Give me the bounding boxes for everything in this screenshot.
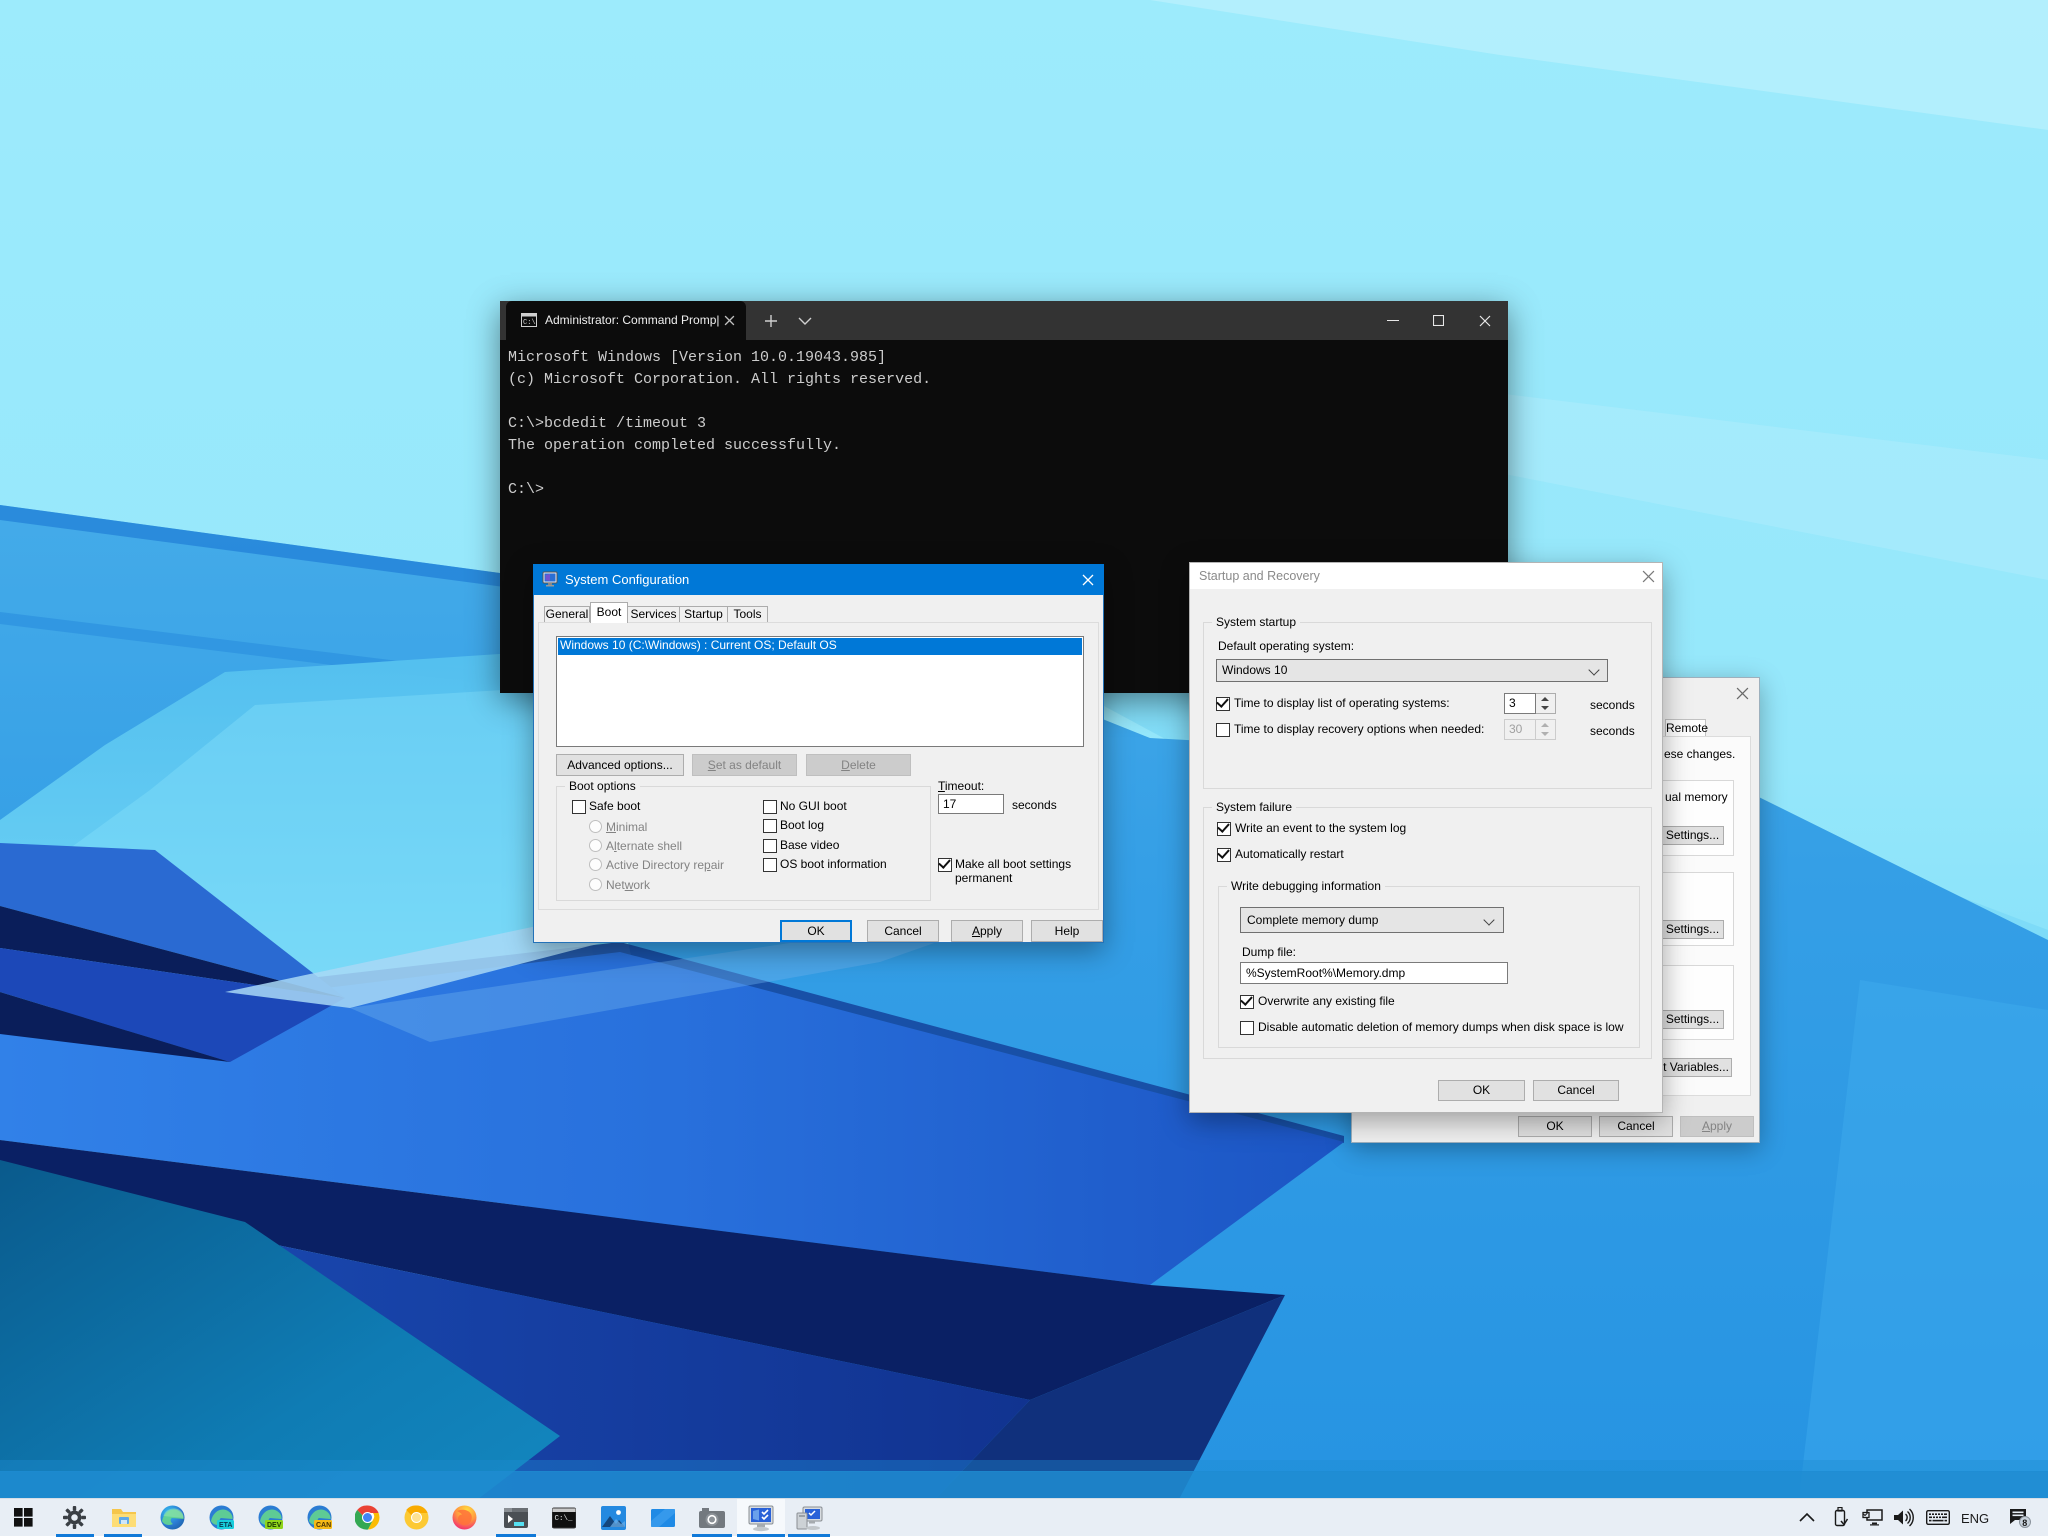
svg-text:8: 8 xyxy=(2022,1518,2027,1528)
svg-text:C:\_: C:\_ xyxy=(555,1515,574,1523)
svg-text:CAN: CAN xyxy=(316,1522,331,1529)
svg-text:C:\: C:\ xyxy=(523,319,536,327)
svg-text:ETA: ETA xyxy=(219,1522,232,1529)
svg-text:DEV: DEV xyxy=(267,1522,282,1529)
